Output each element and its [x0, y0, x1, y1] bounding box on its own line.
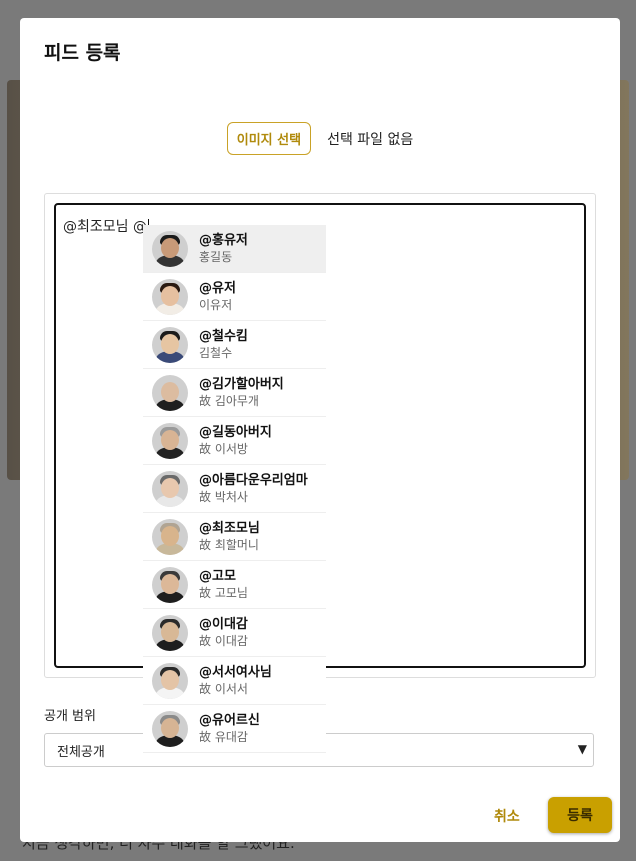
avatar-elder-man-icon	[152, 374, 188, 411]
visibility-scope-value: 전체공개	[57, 744, 105, 760]
editor-content: @최조모님 @	[63, 216, 149, 236]
mention-handle: @고모	[199, 568, 236, 584]
mention-handle: @유어르신	[199, 712, 260, 728]
mention-item[interactable]: @김가할아버지 故 김아무개	[143, 369, 326, 417]
visibility-scope-label: 공개 범위	[44, 709, 96, 724]
mention-display-name: 故 최할머니	[199, 537, 259, 552]
avatar-elder-man-icon	[152, 422, 188, 459]
mention-handle: @이대감	[199, 616, 248, 632]
mention-item[interactable]: @고모 故 고모님	[143, 561, 326, 609]
mention-display-name: 김철수	[199, 345, 233, 360]
modal-title: 피드 등록	[44, 42, 121, 64]
avatar-elder-woman-icon	[152, 566, 188, 603]
mention-display-name: 故 유대감	[199, 729, 248, 744]
mention-display-name: 故 박처사	[199, 489, 248, 504]
mention-display-name: 故 고모님	[199, 585, 248, 600]
image-select-button[interactable]: 이미지 선택	[226, 122, 312, 155]
mention-item[interactable]: @유저 이유저	[143, 273, 326, 321]
mention-item[interactable]: @최조모님 故 최할머니	[143, 513, 326, 561]
avatar-woman-icon	[152, 662, 188, 699]
mention-text: @최조모님 故 최할머니	[199, 521, 260, 553]
mention-item[interactable]: @홍유저 홍길동	[143, 225, 326, 273]
mention-suggestion-list: @홍유저 홍길동 @유저 이유저 @철수킴 김철수 @김가할아버지 故 김아무개 @길동아버지 故…	[143, 225, 326, 765]
mention-handle: @최조모님	[199, 520, 260, 536]
mention-handle: @철수킴	[199, 328, 248, 344]
mention-display-name: 故 이서방	[199, 441, 248, 456]
chevron-down-icon: ▼	[577, 742, 587, 756]
mention-text: @홍유저 홍길동	[199, 233, 248, 265]
avatar-young-man-icon	[152, 230, 188, 267]
mention-text: @길동아버지 故 이서방	[199, 425, 272, 457]
mention-handle: @유저	[199, 280, 236, 296]
mention-display-name: 이유저	[199, 297, 233, 312]
mention-display-name: 故 이서서	[199, 681, 248, 696]
avatar-elder-woman-icon	[152, 470, 188, 507]
cancel-button[interactable]: 취소	[494, 806, 520, 826]
mention-handle: @김가할아버지	[199, 376, 284, 392]
mention-text: @유어르신 故 유대감	[199, 713, 260, 745]
avatar-young-woman-icon	[152, 278, 188, 315]
mention-text: @이대감 故 이대감	[199, 617, 248, 649]
mention-item[interactable]: @철수킴 김철수	[143, 321, 326, 369]
mention-item[interactable]: @이대감 故 이대감	[143, 609, 326, 657]
avatar-elder-man-icon	[152, 710, 188, 747]
mention-display-name: 故 김아무개	[199, 393, 259, 408]
mention-text: @유저 이유저	[199, 281, 236, 313]
mention-text: @아름다운우리엄마 故 박처사	[199, 473, 308, 505]
file-picker-row: 이미지 선택 선택 파일 없음	[20, 122, 620, 155]
mention-handle: @길동아버지	[199, 424, 272, 440]
file-status-text: 선택 파일 없음	[327, 131, 414, 148]
mention-item[interactable]: @서서여사님 故 이서서	[143, 657, 326, 705]
mention-text: @김가할아버지 故 김아무개	[199, 377, 284, 409]
mention-handle: @홍유저	[199, 232, 248, 248]
mention-display-name: 故 이대감	[199, 633, 248, 648]
avatar-man-icon	[152, 614, 188, 651]
mention-handle: @아름다운우리엄마	[199, 472, 308, 488]
avatar-young-man-icon	[152, 326, 188, 363]
submit-button[interactable]: 등록	[548, 797, 612, 833]
avatar-elder-woman-icon	[152, 518, 188, 555]
mention-text: @서서여사님 故 이서서	[199, 665, 272, 697]
mention-item[interactable]: @아름다운우리엄마 故 박처사	[143, 465, 326, 513]
mention-text: @철수킴 김철수	[199, 329, 248, 361]
mention-item[interactable]: @길동아버지 故 이서방	[143, 417, 326, 465]
mention-text: @고모 故 고모님	[199, 569, 248, 601]
mention-item[interactable]: @유어르신 故 유대감	[143, 705, 326, 753]
mention-handle: @서서여사님	[199, 664, 272, 680]
mention-display-name: 홍길동	[199, 249, 233, 264]
editor-text-value: @최조모님 @	[63, 219, 147, 235]
